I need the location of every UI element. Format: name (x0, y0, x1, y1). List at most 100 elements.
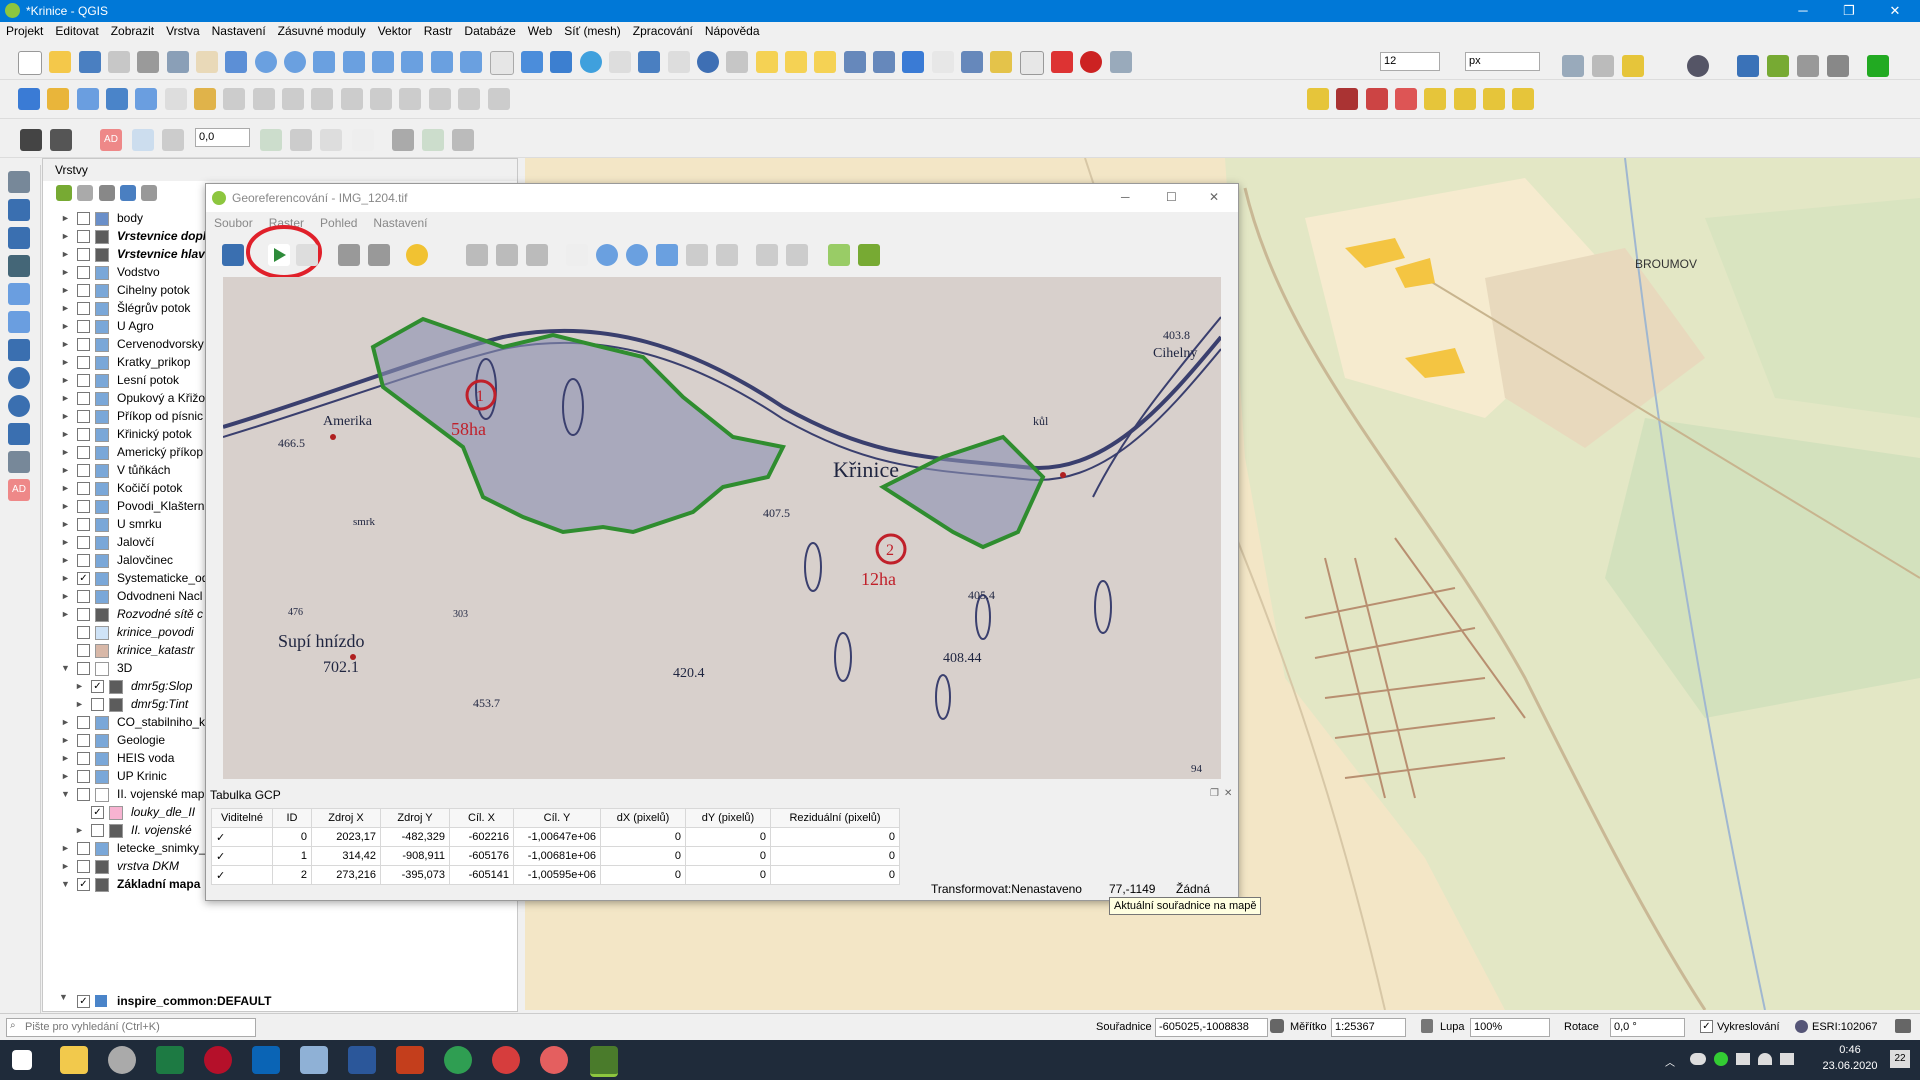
expand-arrow-icon[interactable]: ► (61, 371, 71, 389)
label-rotate-icon[interactable] (1453, 88, 1476, 110)
new-map-view-icon[interactable] (489, 51, 514, 75)
copy-icon[interactable] (399, 88, 422, 110)
t-icon[interactable] (352, 129, 374, 151)
transform-settings-icon[interactable] (406, 244, 428, 266)
app-icon[interactable] (108, 1046, 136, 1074)
layer-checkbox[interactable] (77, 518, 90, 531)
gcp-cell[interactable]: 0 (685, 827, 771, 847)
gcp-header-residual[interactable]: Reziduální (pixelů) (770, 808, 900, 828)
expand-arrow-icon[interactable]: ► (61, 605, 71, 623)
gcp-cell[interactable]: 0 (770, 827, 900, 847)
gcp-header-source-x[interactable]: Zdroj X (311, 808, 381, 828)
zoom-full-icon[interactable] (313, 51, 336, 73)
abc-icon[interactable] (422, 129, 444, 151)
pan-to-selection-icon[interactable] (225, 51, 248, 73)
local-histogram-icon[interactable] (858, 244, 880, 266)
open-project-icon[interactable] (49, 51, 72, 73)
expand-arrow-icon[interactable]: ► (61, 569, 71, 587)
ab-icon[interactable] (132, 129, 154, 151)
save-gcp-icon[interactable] (368, 244, 390, 266)
expand-arrow-icon[interactable]: ► (61, 317, 71, 335)
refresh-icon[interactable] (579, 51, 602, 73)
menu-zpracovani[interactable]: Zpracování (627, 22, 699, 40)
action-icon[interactable] (726, 51, 749, 73)
expand-arrow-icon[interactable]: ▼ (61, 785, 71, 803)
add-delimited-icon[interactable] (8, 255, 30, 277)
filter-legend-icon[interactable] (141, 185, 158, 201)
gcp-visible-checkbox[interactable]: ✓ (211, 827, 273, 847)
gcp-cell[interactable]: -1,00647e+06 (513, 827, 601, 847)
expand-arrow-icon[interactable]: ► (61, 497, 71, 515)
deselect-icon[interactable] (814, 51, 837, 73)
add-wfs-icon[interactable] (8, 367, 30, 389)
onedrive-icon[interactable] (1690, 1053, 1706, 1065)
layer-checkbox[interactable] (77, 428, 90, 441)
layer-checkbox[interactable] (77, 644, 90, 657)
expand-arrow-icon[interactable]: ► (61, 281, 71, 299)
label-show-icon[interactable] (1395, 88, 1418, 110)
layer-checkbox[interactable]: ✓ (77, 995, 90, 1008)
expand-arrow-icon[interactable]: ► (61, 767, 71, 785)
gcp-close-icon[interactable]: ✕ (1224, 788, 1232, 799)
select-value-icon[interactable] (784, 51, 807, 73)
add-spatialite-icon[interactable] (8, 283, 30, 305)
new-project-icon[interactable] (18, 51, 42, 75)
menu-editovat[interactable]: Editovat (49, 22, 104, 40)
georef-pan-icon[interactable] (566, 244, 588, 266)
layer-checkbox[interactable] (77, 320, 90, 333)
expand-arrow-icon[interactable]: ► (61, 425, 71, 443)
ab4-icon[interactable] (290, 129, 312, 151)
minimize-button[interactable]: ─ (1780, 0, 1826, 22)
expand-arrow-icon[interactable]: ► (61, 245, 71, 263)
add-feature-icon[interactable] (252, 88, 275, 110)
add-raster-layer-icon[interactable] (8, 199, 30, 221)
layer-checkbox[interactable] (77, 608, 90, 621)
menu-napoveda[interactable]: Nápověda (699, 22, 766, 40)
gcp-header-target-x[interactable]: Cíl. X (449, 808, 514, 828)
georeferencer-icon[interactable] (1080, 51, 1103, 73)
layer-checkbox[interactable] (77, 446, 90, 459)
expand-arrow[interactable]: ▼ (59, 992, 68, 1002)
expand-arrow-icon[interactable]: ► (61, 461, 71, 479)
bookmark-icon[interactable] (520, 51, 543, 73)
georef-zoom-next-icon[interactable] (716, 244, 738, 266)
ab5-icon[interactable] (320, 129, 342, 151)
identify-icon[interactable] (696, 51, 719, 73)
dotted-grid-icon[interactable] (1051, 51, 1074, 73)
gcp-cell[interactable]: 0 (770, 846, 900, 866)
gcp-cell[interactable]: 2023,17 (311, 827, 381, 847)
georef-zoom-last-icon[interactable] (686, 244, 708, 266)
chrome-app-icon[interactable] (444, 1046, 472, 1074)
t-plus-icon[interactable] (392, 129, 414, 151)
windows-start-icon[interactable] (12, 1050, 32, 1070)
new-layer-icon[interactable] (8, 451, 30, 473)
toggle-extents-icon[interactable] (1270, 1019, 1284, 1033)
font-size-input[interactable]: 12 (1380, 52, 1440, 71)
zoom-last-icon[interactable] (430, 51, 453, 73)
gcp-header-dy[interactable]: dY (pixelů) (685, 808, 771, 828)
layer-checkbox[interactable] (91, 698, 104, 711)
layer-checkbox[interactable] (77, 374, 90, 387)
add-mesh-icon[interactable] (8, 227, 30, 249)
gcp-header-id[interactable]: ID (272, 808, 312, 828)
data-source-icon[interactable] (18, 88, 40, 110)
layer-checkbox[interactable]: ✓ (77, 572, 90, 585)
statistics-icon[interactable] (931, 51, 954, 73)
gcp-cell[interactable]: 0 (600, 846, 686, 866)
render-checkbox[interactable]: ✓ (1700, 1020, 1713, 1033)
layer-checkbox[interactable] (77, 860, 90, 873)
close-button[interactable]: ✕ (1872, 0, 1918, 22)
georef-zoom-in-icon[interactable] (596, 244, 618, 266)
open-raster-icon[interactable] (222, 244, 244, 266)
layer-checkbox[interactable]: ✓ (91, 806, 104, 819)
expand-arrow-icon[interactable]: ► (61, 515, 71, 533)
layer-checkbox[interactable] (77, 302, 90, 315)
add-point-icon[interactable] (466, 244, 488, 266)
layer-checkbox[interactable] (77, 284, 90, 297)
notepad-icon[interactable] (300, 1046, 328, 1074)
expand-arrow-icon[interactable]: ► (61, 839, 71, 857)
layer-checkbox[interactable]: ✓ (91, 680, 104, 693)
expand-arrow-icon[interactable]: ► (61, 749, 71, 767)
expand-arrow-icon[interactable]: ► (61, 263, 71, 281)
add-arcgis-icon[interactable] (8, 423, 30, 445)
